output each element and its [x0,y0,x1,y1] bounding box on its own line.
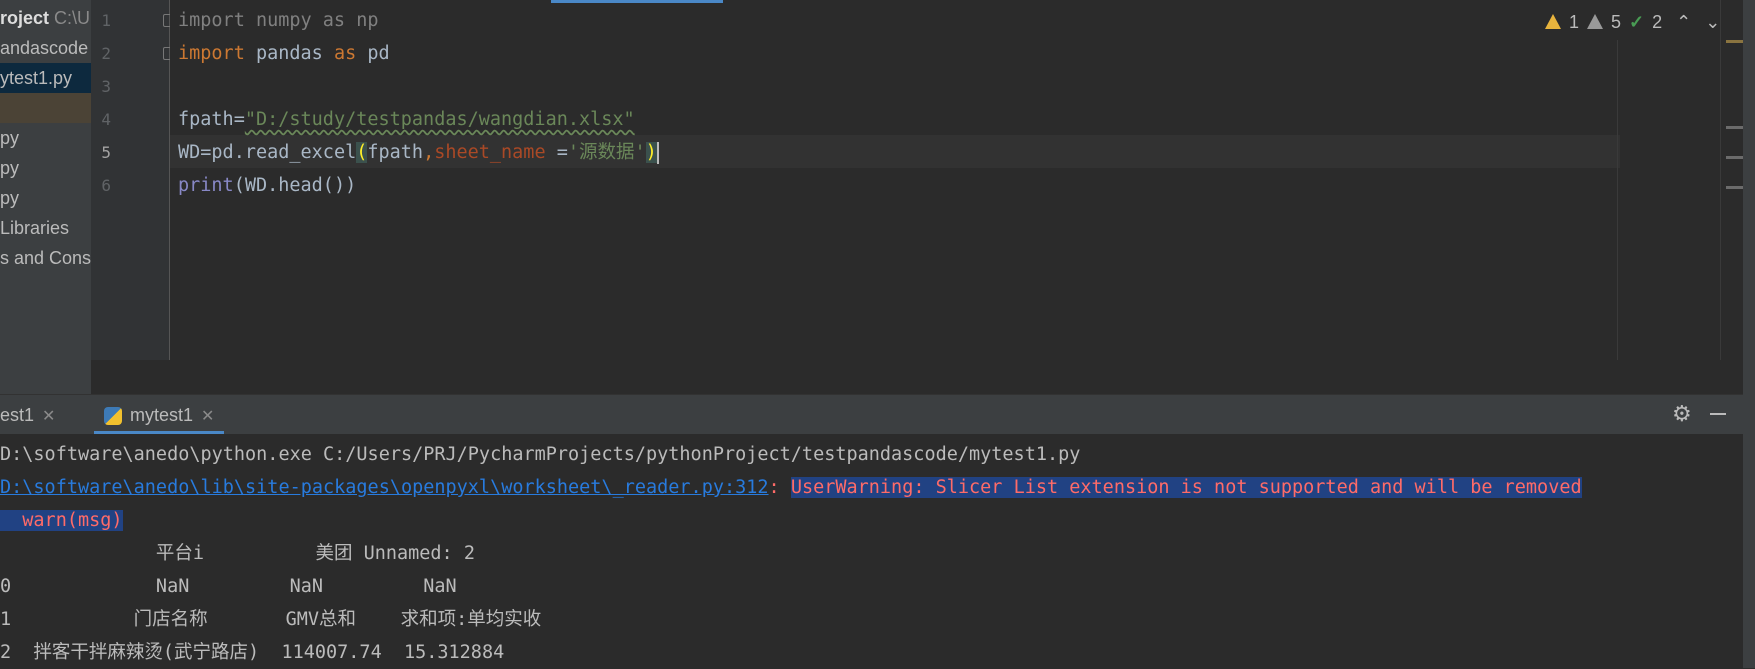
warning-stripe-mark[interactable] [1726,126,1744,129]
sidebar-item-external-libraries[interactable]: Libraries [0,213,69,243]
keyword: as [322,10,346,31]
close-icon[interactable]: ✕ [42,408,55,425]
error-count: 1 [1569,11,1580,32]
sidebar-item-file[interactable]: ytest1.py [0,63,91,93]
chevron-up-icon[interactable]: ⌃ [1676,12,1691,33]
variable-name: WD [178,142,201,163]
module-name: pandas [244,43,334,64]
console-line: 1 门店名称 GMV总和 求和项:单均实收 [0,609,542,630]
gear-icon[interactable]: ⚙ [1672,401,1692,427]
warning-stripe-mark[interactable] [1726,186,1744,189]
run-tab-active[interactable]: mytest1 ✕ [94,395,225,435]
operator: = [233,109,245,130]
alias-name: np [345,10,379,31]
check-icon: ✓ [1629,11,1645,32]
comma: , [423,142,435,163]
code-line-4: fpath="D:/study/testpandas/wangdian.xlsx… [178,103,635,136]
code-line-2: import pandas as pd [178,37,390,70]
weak-warning-count: 2 [1652,11,1663,32]
editor-gutter: 1 2 3 4 5 6 [91,0,173,360]
project-sidebar: roject C:\U andascode ytest1.py py py py… [0,0,91,394]
sidebar-item-file[interactable]: py [0,123,19,153]
close-icon[interactable]: ✕ [201,408,214,425]
sidebar-item-file[interactable]: py [0,153,19,183]
sidebar-item-scratches[interactable]: s and Conso [0,243,91,273]
code-line-1: import numpy as np [178,4,379,37]
text-caret [656,142,659,164]
run-tab-bar: est1 ✕ mytest1 ✕ ⚙ [0,394,1743,435]
line-number: 2 [101,44,111,63]
warning-icon [1587,13,1604,29]
sidebar-item-label: py [0,188,20,208]
sidebar-item-label: py [0,158,20,178]
right-tool-window-bar[interactable] [1743,0,1755,668]
code-editor[interactable]: import numpy as np import pandas as pd f… [170,0,1620,360]
sidebar-item-label: s and Conso [0,248,91,268]
sidebar-item-file[interactable]: py [0,183,19,213]
line-number: 6 [101,176,111,195]
error-icon [1545,13,1561,29]
sidebar-item-label: andascode [0,38,89,58]
operator: = [545,142,568,163]
sidebar-item-label: Libraries [0,218,70,238]
error-stripe-mark[interactable] [1726,40,1744,43]
code-line-5: WD=pd.read_excel(fpath,sheet_name ='源数据'… [178,136,659,169]
keyword: import [178,43,245,64]
variable-name: fpath [178,109,234,130]
console-line: 平台i 美团 Unnamed: 2 [0,543,475,564]
warning-count: 5 [1611,11,1622,32]
project-path: C:\U [54,8,91,28]
alias-name: pd [356,43,390,64]
sidebar-item-label: py [0,128,20,148]
python-icon [104,407,122,426]
string-literal: '源数据' [567,142,646,163]
separator: : [768,477,791,498]
sidebar-item-label: roject [0,8,50,28]
function-call: pd.read_excel [211,142,357,163]
warning-message: UserWarning: Slicer List extension is no… [790,477,1582,498]
sidebar-item-label: ytest1.py [0,68,73,88]
console-line: 0 NaN NaN NaN [0,576,457,597]
run-tab-label: est1 [0,405,35,425]
console-warning-line: D:\software\anedo\lib\site-packages\open… [0,471,1582,504]
active-tab-indicator [551,0,723,3]
close-paren: ) [645,142,657,163]
run-tab-label: mytest1 [130,405,194,425]
console-line: 2 拌客干拌麻辣烫(武宁路店) 114007.74 15.312884 [0,642,505,663]
sidebar-item-project[interactable]: roject C:\U [0,3,90,33]
string-literal: "D:/study/testpandas/wangdian.xlsx" [244,109,635,130]
chevron-down-icon[interactable]: ⌄ [1705,12,1720,33]
code-line-6: print(WD.head()) [178,169,356,202]
builtin-function: print [178,175,234,196]
line-number: 4 [101,110,111,129]
run-console[interactable]: D:\software\anedo\python.exe C:/Users/PR… [0,434,1743,668]
open-paren: ( [356,142,368,163]
sidebar-item-folder[interactable]: andascode [0,33,88,63]
argument: fpath [367,142,424,163]
console-warning-line: warn(msg) [0,504,123,537]
file-link[interactable]: D:\software\anedo\lib\site-packages\open… [0,477,769,498]
keyword-param: sheet_name [434,142,546,163]
right-margin-guide [1617,40,1618,360]
operator: = [200,142,212,163]
console-line: D:\software\anedo\python.exe C:/Users/PR… [0,444,1081,465]
inspection-widget[interactable]: 1 5 ✓ 2 ⌃ ⌄ [1545,8,1720,36]
warning-stripe-mark[interactable] [1726,156,1744,159]
line-number: 5 [101,143,111,162]
call-args: (WD.head()) [233,175,357,196]
line-number: 3 [101,77,111,96]
run-tab[interactable]: est1 ✕ [0,395,55,435]
keyword: import [178,10,245,31]
sidebar-item-highlight[interactable] [0,93,91,123]
minimize-icon[interactable] [1710,413,1726,415]
keyword: as [333,43,357,64]
module-name: numpy [244,10,323,31]
line-number: 1 [101,11,111,30]
warning-call: warn(msg) [0,510,123,531]
